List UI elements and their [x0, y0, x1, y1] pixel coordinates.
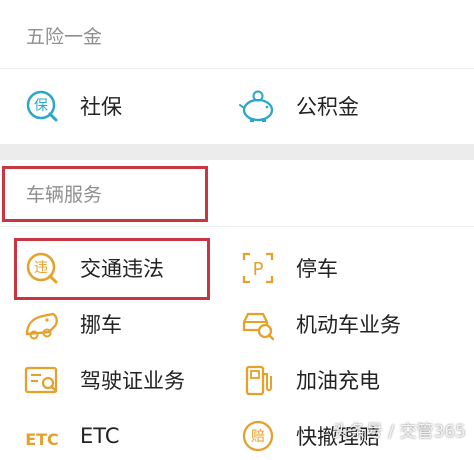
piggy-bank-icon — [238, 86, 278, 126]
section-gap — [0, 144, 474, 160]
svg-text:保: 保 — [34, 98, 48, 114]
item-label: 停车 — [296, 257, 338, 281]
item-label: 社保 — [80, 95, 122, 119]
icon-glyph: ETC — [25, 430, 59, 449]
item-move-car[interactable]: 挪车 — [22, 300, 122, 348]
icon-glyph: 赔 — [251, 429, 265, 445]
section-title-insurance: 五险一金 — [26, 26, 103, 48]
item-label: 驾驶证业务 — [80, 369, 185, 393]
claim-icon: 赔 — [238, 416, 278, 456]
item-label: 机动车业务 — [296, 313, 401, 337]
divider — [0, 68, 474, 69]
item-label: 加油充电 — [296, 369, 380, 393]
item-driver-license[interactable]: 驾驶证业务 — [22, 356, 185, 404]
social-security-icon: 保 — [22, 86, 62, 126]
etc-icon: ETC — [22, 416, 62, 456]
watermark: 头条号 / 交管365 — [332, 422, 466, 442]
item-parking[interactable]: P 停车 — [238, 244, 338, 292]
item-vehicle-business[interactable]: 机动车业务 — [238, 300, 401, 348]
divider — [0, 226, 474, 227]
item-label: 公积金 — [296, 95, 359, 119]
item-label: 挪车 — [80, 313, 122, 337]
icon-glyph: P — [253, 259, 264, 280]
vehicle-search-icon — [238, 304, 278, 344]
item-housing-fund[interactable]: 公积金 — [238, 82, 359, 130]
item-etc[interactable]: ETC ETC — [22, 412, 120, 460]
driver-license-icon — [22, 360, 62, 400]
highlight-box-item — [14, 238, 210, 300]
move-car-icon — [22, 304, 62, 344]
parking-icon: P — [238, 248, 278, 288]
item-label: ETC — [80, 424, 120, 448]
fuel-pump-icon — [238, 360, 278, 400]
item-fuel-charge[interactable]: 加油充电 — [238, 356, 380, 404]
highlight-box-section — [2, 166, 208, 222]
item-social-security[interactable]: 保 社保 — [22, 82, 122, 130]
